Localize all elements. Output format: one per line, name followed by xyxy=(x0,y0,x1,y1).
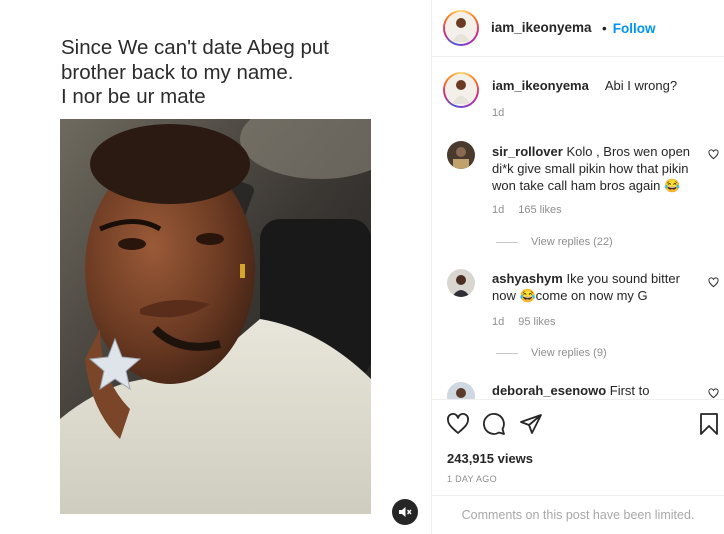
view-replies-label: View replies (22) xyxy=(531,236,613,248)
header-username[interactable]: iam_ikeonyema xyxy=(491,20,592,35)
author-comment: iam_ikeonyema Abi I wrong? xyxy=(492,77,702,94)
comment-username[interactable]: sir_rollover xyxy=(492,144,563,159)
comment-body: deborah_esenowo First to xyxy=(492,382,702,399)
replies-divider xyxy=(496,241,518,243)
commenter-photo xyxy=(447,141,475,169)
author-story-ring[interactable] xyxy=(443,72,479,108)
post-timestamp[interactable]: 1 DAY AGO xyxy=(447,474,497,484)
like-comment-heart-icon[interactable] xyxy=(708,277,719,288)
share-send-icon[interactable] xyxy=(519,412,543,436)
like-comment-heart-icon[interactable] xyxy=(708,388,719,399)
comment-likes[interactable]: 165 likes xyxy=(518,204,561,216)
view-count[interactable]: 243,915 views xyxy=(447,451,533,466)
view-replies-button[interactable]: View replies (22) xyxy=(496,236,613,248)
like-heart-icon[interactable] xyxy=(446,412,470,436)
comment-username[interactable]: ashyashym xyxy=(492,271,563,286)
commenter-avatar[interactable] xyxy=(447,269,475,297)
commenter-photo xyxy=(447,382,475,399)
post-caption-text: Since We can't date Abeg put brother bac… xyxy=(61,36,329,108)
comment-meta: 1d 165 likes xyxy=(492,204,576,216)
commenter-photo xyxy=(447,269,475,297)
video-still-image xyxy=(60,119,371,514)
video-frame[interactable] xyxy=(60,119,371,514)
comment-bubble-icon[interactable] xyxy=(482,412,506,436)
comment-time[interactable]: 1d xyxy=(492,204,504,216)
author-comment-username[interactable]: iam_ikeonyema xyxy=(492,78,589,93)
profile-photo xyxy=(445,12,477,44)
author-avatar xyxy=(445,74,477,106)
comments-list: iam_ikeonyema Abi I wrong? 1d sir_rollove… xyxy=(432,57,724,399)
follow-button[interactable]: • Follow xyxy=(602,21,655,36)
view-replies-label: View replies (9) xyxy=(531,347,607,359)
post-header: iam_ikeonyema • Follow xyxy=(432,0,724,57)
comment-username[interactable]: deborah_esenowo xyxy=(492,383,606,398)
author-comment-meta: 1d xyxy=(492,107,518,119)
muted-speaker-icon xyxy=(399,507,412,517)
comment-body: sir_rollover Kolo , Bros wen open di*k g… xyxy=(492,143,702,194)
author-comment-text: Abi I wrong? xyxy=(604,78,678,93)
follow-dot: • xyxy=(602,21,607,36)
avatar xyxy=(445,12,477,44)
like-comment-heart-icon[interactable] xyxy=(708,149,719,160)
comments-limited-notice: Comments on this post have been limited. xyxy=(432,495,724,534)
comment-time[interactable]: 1d xyxy=(492,316,504,328)
follow-label: Follow xyxy=(612,21,656,36)
comment-text: First to xyxy=(609,383,650,398)
mute-toggle-button[interactable] xyxy=(392,499,418,525)
story-ring[interactable] xyxy=(443,10,479,46)
author-comment-time[interactable]: 1d xyxy=(492,107,504,119)
post-media-panel: Since We can't date Abeg put brother bac… xyxy=(0,0,432,534)
post-sidebar: iam_ikeonyema • Follow iam_ikeonyema Abi I… xyxy=(432,0,724,534)
comment-body: ashyashym Ike you sound bitter now 😂come… xyxy=(492,270,702,304)
commenter-avatar[interactable] xyxy=(447,141,475,169)
replies-divider xyxy=(496,352,518,354)
author-profile-photo xyxy=(445,74,477,106)
view-replies-button[interactable]: View replies (9) xyxy=(496,347,607,359)
comment-likes[interactable]: 95 likes xyxy=(518,316,555,328)
commenter-avatar[interactable] xyxy=(447,382,475,399)
comment-meta: 1d 95 likes xyxy=(492,316,570,328)
save-bookmark-icon[interactable] xyxy=(698,412,720,436)
post-actions-bar xyxy=(432,399,724,435)
